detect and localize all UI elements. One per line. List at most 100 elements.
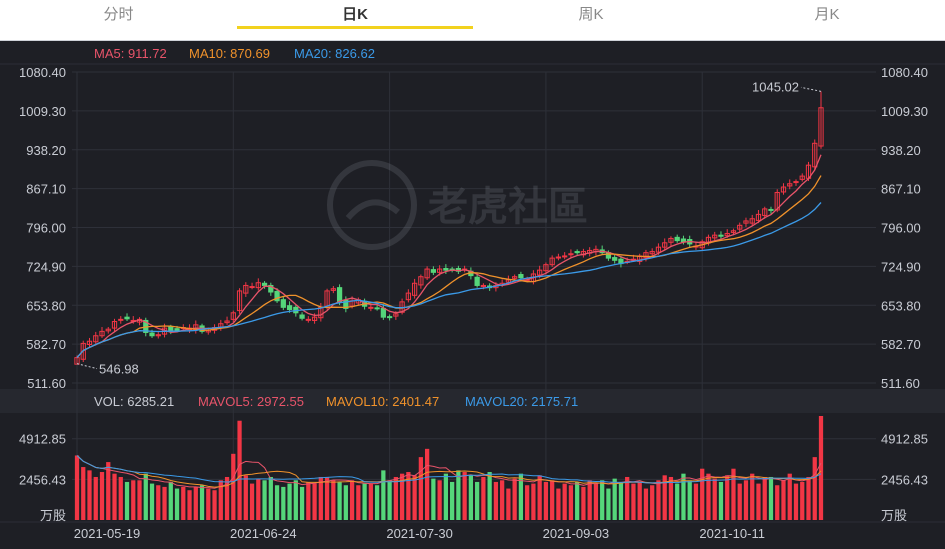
candle-body — [368, 306, 374, 309]
price-tick-right: 511.60 — [881, 376, 920, 391]
volume-bar — [418, 457, 423, 520]
volume-bar — [687, 480, 692, 520]
price-tick-left: 796.00 — [26, 221, 66, 236]
price-tick-right: 938.20 — [881, 143, 921, 158]
volume-bar — [312, 483, 317, 520]
volume-bar — [700, 468, 705, 520]
volume-bar — [387, 480, 392, 520]
price-tick-left: 1009.30 — [19, 104, 66, 119]
candle-body — [280, 299, 286, 308]
volume-bar — [187, 490, 192, 520]
volume-bar — [581, 486, 586, 520]
price-tick-right: 796.00 — [881, 221, 921, 236]
low-annotation-leader — [76, 363, 98, 370]
high-annotation-leader — [800, 86, 822, 92]
volume-tick-left: 4912.85 — [19, 432, 66, 447]
candle-body — [261, 282, 268, 286]
volume-bar — [337, 481, 342, 520]
volume-bar — [437, 480, 442, 520]
volume-bar — [331, 480, 336, 520]
candle-body — [168, 326, 174, 331]
volume-bar — [468, 475, 474, 520]
legend-mavol10: MAVOL10: 2401.47 — [326, 394, 439, 409]
tab-monthly-k[interactable]: 月K — [709, 0, 945, 40]
legend-ma10: MA10: 870.69 — [189, 46, 270, 61]
volume-bar — [750, 473, 755, 520]
volume-bar — [324, 476, 330, 520]
volume-bar — [293, 480, 298, 520]
volume-bar — [618, 481, 624, 520]
volume-bar — [450, 481, 455, 520]
candlestick-chart[interactable]: 老虎社區 MA5: 911.72 MA10: 870.69 MA20: 826.… — [0, 40, 945, 549]
volume-bar — [362, 483, 367, 520]
volume-bar — [543, 481, 549, 520]
volume-bar — [625, 476, 630, 520]
candle-body — [286, 305, 293, 311]
candle-body — [386, 316, 393, 319]
volume-bar — [575, 481, 580, 520]
volume-bar — [149, 483, 155, 520]
candle-body — [718, 234, 724, 237]
price-tick-right: 724.90 — [881, 259, 921, 274]
candle-body — [149, 332, 155, 337]
volume-bar — [531, 483, 536, 520]
period-tabs: 分时 日K 周K 月K — [0, 0, 945, 41]
volume-bar — [712, 478, 717, 520]
volume-bar — [318, 476, 323, 520]
tab-daily-k[interactable]: 日K — [237, 0, 473, 40]
volume-bar — [93, 476, 98, 520]
price-tick-right: 582.70 — [881, 337, 921, 352]
volume-bar — [174, 488, 180, 520]
volume-bar — [212, 490, 217, 520]
candle-body — [568, 253, 574, 256]
volume-bar — [243, 475, 248, 520]
price-tick-left: 938.20 — [26, 143, 66, 158]
volume-bar — [793, 483, 799, 520]
candle-body — [562, 255, 568, 258]
volume-bar — [556, 488, 561, 520]
watermark-text: 老虎社區 — [428, 185, 588, 229]
tab-weekly-k[interactable]: 周K — [473, 0, 709, 40]
volume-bar — [181, 486, 186, 520]
volume-bar — [806, 476, 811, 520]
candle-body — [793, 181, 799, 184]
low-annotation: 546.98 — [99, 362, 139, 377]
volume-bar — [349, 480, 355, 520]
price-tick-left: 582.70 — [26, 337, 66, 352]
volume-bar — [368, 483, 373, 520]
grid-lines — [0, 63, 945, 523]
volume-bar — [600, 480, 605, 520]
volume-bar — [693, 483, 699, 520]
volume-bar — [281, 486, 286, 520]
high-annotation: 1045.02 — [752, 79, 799, 94]
date-label: 2021-05-19 — [74, 526, 141, 541]
volume-bar — [162, 486, 167, 520]
volume-tick-left: 2456.43 — [19, 472, 66, 487]
candle-body — [443, 268, 449, 271]
volume-bar — [106, 462, 111, 520]
volume-bar — [568, 485, 574, 520]
price-tick-right: 867.10 — [881, 182, 921, 197]
volume-bar — [256, 478, 261, 520]
candle-body — [430, 269, 436, 273]
price-tick-left: 1080.40 — [19, 65, 66, 80]
legend-ma20: MA20: 826.62 — [294, 46, 375, 61]
volume-bar — [725, 475, 730, 520]
volume-bar — [356, 485, 361, 520]
candle-body — [118, 318, 124, 321]
volume-bar — [593, 483, 599, 520]
volume-bars — [74, 416, 824, 520]
tab-intraday[interactable]: 分时 — [0, 0, 237, 40]
active-tab-indicator — [237, 26, 473, 29]
volume-bar — [456, 470, 461, 520]
volume-bar — [462, 472, 467, 520]
volume-unit-left: 万股 — [40, 508, 66, 523]
volume-bar — [137, 480, 142, 520]
date-axis: 2021-05-19 2021-06-24 2021-07-30 2021-09-03… — [74, 526, 765, 541]
volume-bar — [550, 480, 555, 520]
volume-bar — [637, 481, 642, 520]
volume-bar — [274, 485, 280, 520]
volume-bar — [118, 476, 123, 520]
volume-bar — [306, 481, 311, 520]
volume-bar — [781, 480, 786, 520]
